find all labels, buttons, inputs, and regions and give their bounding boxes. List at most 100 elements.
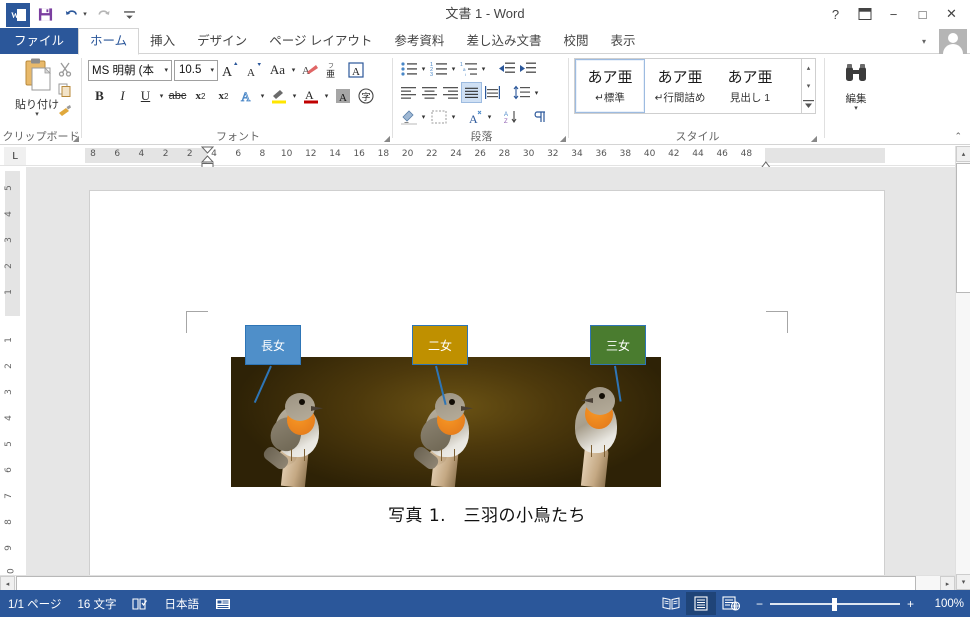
font-size-combobox[interactable]: 10.5 ▾ bbox=[174, 59, 218, 81]
language-indicator[interactable]: 日本語 bbox=[164, 596, 199, 612]
decrease-indent-button[interactable] bbox=[496, 58, 517, 79]
macro-recording-icon[interactable] bbox=[215, 597, 231, 611]
text-effects-arrow-icon[interactable]: ▾ bbox=[258, 92, 267, 100]
maximize-button[interactable]: □ bbox=[908, 1, 937, 27]
style-item-heading1[interactable]: あア亜 見出し 1 bbox=[715, 59, 785, 113]
subscript-button[interactable]: x2 bbox=[189, 85, 212, 107]
superscript-button[interactable]: x2 bbox=[212, 85, 235, 107]
format-painter-button[interactable] bbox=[52, 100, 78, 121]
close-button[interactable]: ✕ bbox=[937, 1, 966, 27]
line-spacing-arrow-icon[interactable]: ▾ bbox=[532, 89, 541, 97]
asian-layout-arrow-icon[interactable]: ▾ bbox=[485, 113, 494, 121]
scroll-down-button[interactable]: ▾ bbox=[956, 574, 970, 590]
style-item-no-spacing[interactable]: あア亜 ↵行間詰め bbox=[645, 59, 715, 113]
vertical-scrollbar[interactable]: ▴ ▾ bbox=[955, 146, 970, 590]
clear-formatting-button[interactable]: A bbox=[298, 59, 321, 81]
borders-arrow-icon[interactable]: ▾ bbox=[449, 113, 458, 121]
vertical-ruler[interactable]: 543211234567891011 bbox=[0, 167, 26, 606]
sort-button[interactable]: AZ bbox=[500, 106, 521, 127]
styles-more-button[interactable] bbox=[802, 96, 815, 113]
vertical-scroll-thumb[interactable] bbox=[956, 163, 970, 293]
document-canvas[interactable]: 長女 二女 三女 写真 1. 三羽の小鳥たち bbox=[26, 167, 955, 590]
zoom-control[interactable]: − + bbox=[756, 597, 914, 611]
callout-box-2[interactable]: 二女 bbox=[412, 325, 468, 365]
numbering-arrow-icon[interactable]: ▾ bbox=[449, 65, 458, 73]
character-border-button[interactable]: A bbox=[344, 59, 367, 81]
phonetic-guide-button[interactable]: フ亜 bbox=[321, 59, 344, 81]
zoom-level[interactable]: 100% bbox=[926, 598, 964, 610]
figure-caption[interactable]: 写真 1. 三羽の小鳥たち bbox=[90, 501, 884, 526]
increase-indent-button[interactable] bbox=[517, 58, 538, 79]
view-read-mode-button[interactable] bbox=[656, 592, 686, 615]
multilevel-list-button[interactable]: 1ai bbox=[458, 58, 479, 79]
three-robins-photo[interactable] bbox=[231, 357, 661, 487]
show-formatting-marks-button[interactable] bbox=[529, 106, 550, 127]
underline-arrow-icon[interactable]: ▾ bbox=[157, 92, 166, 100]
text-highlight-arrow-icon[interactable]: ▾ bbox=[290, 92, 299, 100]
document-page[interactable]: 長女 二女 三女 写真 1. 三羽の小鳥たち bbox=[90, 191, 884, 590]
align-center-button[interactable] bbox=[419, 82, 440, 103]
font-name-combobox[interactable]: MS 明朝 (本 ▾ bbox=[88, 59, 172, 81]
italic-button[interactable]: I bbox=[111, 85, 134, 107]
minimize-button[interactable]: − bbox=[879, 1, 908, 27]
change-case-arrow-icon[interactable]: ▾ bbox=[289, 66, 298, 74]
view-web-layout-button[interactable] bbox=[716, 592, 746, 615]
font-dialog-launcher[interactable]: ◢ bbox=[384, 134, 390, 143]
tab-review[interactable]: 校閲 bbox=[552, 28, 599, 54]
word-count[interactable]: 16 文字 bbox=[77, 596, 116, 612]
user-avatar[interactable] bbox=[939, 29, 967, 56]
justify-button[interactable] bbox=[461, 82, 482, 103]
tab-design[interactable]: デザイン bbox=[186, 28, 258, 54]
change-case-button[interactable]: Aa bbox=[266, 59, 289, 81]
editing-button[interactable]: 編集 ▾ bbox=[836, 58, 876, 112]
callout-box-1[interactable]: 長女 bbox=[245, 325, 301, 365]
font-color-button[interactable]: A bbox=[299, 85, 322, 107]
numbering-button[interactable]: 123 bbox=[428, 58, 449, 79]
tab-insert[interactable]: 挿入 bbox=[139, 28, 186, 54]
scroll-right-button[interactable]: ▸ bbox=[940, 576, 955, 591]
bullets-button[interactable] bbox=[398, 58, 419, 79]
zoom-in-button[interactable]: + bbox=[907, 597, 914, 611]
editing-dropdown-arrow-icon[interactable]: ▾ bbox=[836, 104, 876, 112]
bold-button[interactable]: B bbox=[88, 85, 111, 107]
save-button[interactable] bbox=[32, 2, 58, 26]
shrink-font-button[interactable]: A bbox=[242, 59, 266, 81]
undo-dropdown-arrow-icon[interactable]: ▾ bbox=[80, 10, 90, 18]
styles-dialog-launcher[interactable]: ◢ bbox=[811, 134, 817, 143]
distribute-button[interactable] bbox=[482, 82, 503, 103]
help-button[interactable]: ? bbox=[821, 1, 850, 27]
text-effects-button[interactable]: A bbox=[235, 85, 258, 107]
proofing-errors-icon[interactable] bbox=[132, 597, 148, 611]
view-print-layout-button[interactable] bbox=[685, 592, 716, 615]
multilevel-list-arrow-icon[interactable]: ▾ bbox=[479, 65, 488, 73]
horizontal-scrollbar[interactable]: ◂ ▸ bbox=[0, 575, 955, 591]
tab-file[interactable]: ファイル bbox=[0, 28, 79, 54]
grow-font-button[interactable]: A bbox=[218, 59, 242, 81]
horizontal-ruler[interactable]: L 8 6 4 2 2 4 6 8 10 12 14 16 18 20 22 24 26 28 30 32 34 36 38… bbox=[0, 146, 955, 171]
zoom-out-button[interactable]: − bbox=[756, 597, 763, 611]
tab-mailings[interactable]: 差し込み文書 bbox=[455, 28, 552, 54]
ribbon-options-arrow-icon[interactable]: ▾ bbox=[922, 37, 926, 46]
ruler-scale[interactable]: 8 6 4 2 2 4 6 8 10 12 14 16 18 20 22 24 26 28 30 32 34 36 38 40… bbox=[30, 146, 935, 171]
callout-box-3[interactable]: 三女 bbox=[590, 325, 646, 365]
bullets-arrow-icon[interactable]: ▾ bbox=[419, 65, 428, 73]
tab-page-layout[interactable]: ページ レイアウト bbox=[258, 28, 383, 54]
line-spacing-button[interactable] bbox=[511, 82, 532, 103]
enclose-character-button[interactable]: 字 bbox=[354, 85, 377, 107]
font-name-arrow-icon[interactable]: ▾ bbox=[164, 66, 168, 74]
ribbon-display-options-icon[interactable] bbox=[850, 1, 879, 27]
borders-button[interactable] bbox=[428, 106, 449, 127]
copy-button[interactable] bbox=[52, 79, 78, 100]
font-size-arrow-icon[interactable]: ▾ bbox=[210, 66, 214, 74]
align-right-button[interactable] bbox=[440, 82, 461, 103]
tab-home[interactable]: ホーム bbox=[78, 28, 140, 55]
page-indicator[interactable]: 1/1 ページ bbox=[8, 596, 61, 612]
horizontal-scroll-thumb[interactable] bbox=[16, 576, 916, 591]
customize-qat-icon[interactable] bbox=[116, 2, 142, 26]
shading-button[interactable] bbox=[398, 106, 419, 127]
font-color-arrow-icon[interactable]: ▾ bbox=[322, 92, 331, 100]
character-shading-button[interactable]: A bbox=[331, 85, 354, 107]
styles-scroll-up-button[interactable]: ▴ bbox=[802, 59, 815, 76]
redo-arrow-icon[interactable] bbox=[90, 2, 116, 26]
collapse-ribbon-button[interactable]: ⌃ bbox=[954, 131, 962, 142]
